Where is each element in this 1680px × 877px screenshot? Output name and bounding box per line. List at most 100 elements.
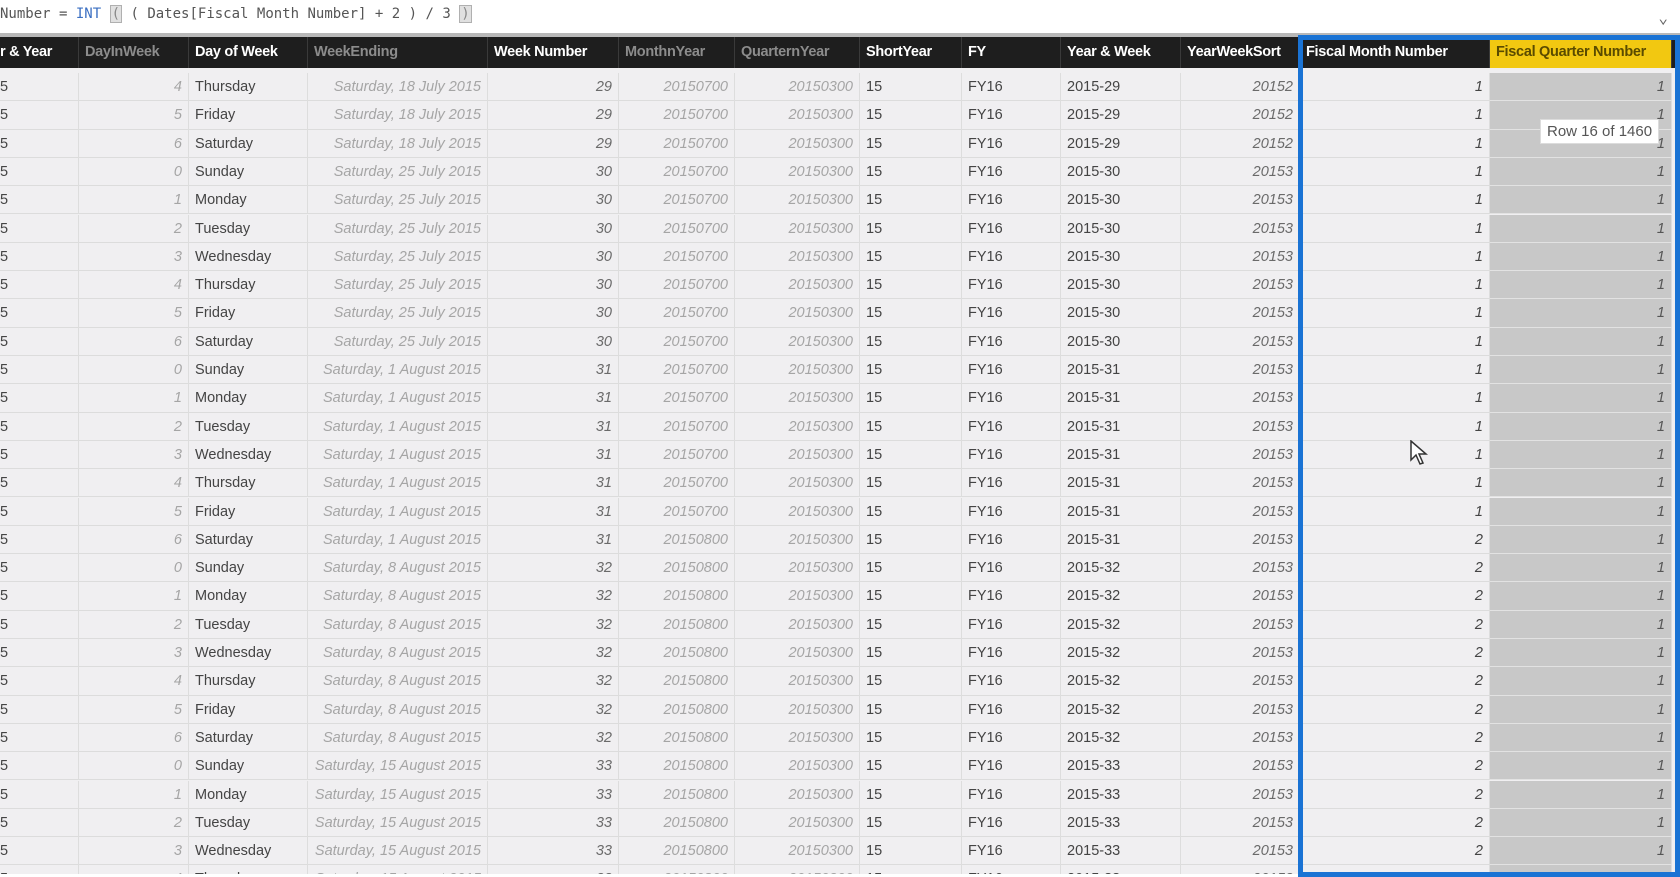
cell-r-year[interactable]: 5 <box>0 780 79 809</box>
cell-yearweeksort[interactable]: 20153 <box>1181 186 1300 215</box>
cell-year-week[interactable]: 2015-31 <box>1061 384 1181 413</box>
cell-r-year[interactable]: 5 <box>0 384 79 413</box>
cell-fiscal-quarter-number[interactable]: 1 <box>1490 808 1672 838</box>
cell-quarternyear[interactable]: 20150300 <box>735 723 860 753</box>
cell-quarternyear[interactable]: 20150300 <box>735 214 860 243</box>
cell-year-week[interactable]: 2015-32 <box>1061 554 1181 583</box>
cell-fiscal-month-number[interactable]: 2 <box>1300 865 1490 874</box>
cell-fiscal-quarter-number[interactable]: 1 <box>1490 695 1672 724</box>
cell-year-week[interactable]: 2015-31 <box>1061 356 1181 385</box>
cell-monthnyear[interactable]: 20150700 <box>619 129 735 158</box>
cell-monthnyear[interactable]: 20150800 <box>619 667 735 696</box>
cell-fiscal-quarter-number[interactable]: 1 <box>1490 299 1672 328</box>
cell-dayinweek[interactable]: 3 <box>79 639 189 668</box>
cell-monthnyear[interactable]: 20150700 <box>619 157 735 187</box>
cell-fiscal-month-number[interactable]: 2 <box>1300 780 1490 809</box>
cell-weekending[interactable]: Saturday, 1 August 2015 <box>308 525 488 555</box>
cell-r-year[interactable]: 5 <box>0 723 79 753</box>
cell-shortyear[interactable]: 15 <box>860 865 962 874</box>
cell-day-of-week[interactable]: Thursday <box>189 469 308 498</box>
column-header-dayinweek[interactable]: DayInWeek <box>79 37 189 68</box>
cell-dayinweek[interactable]: 3 <box>79 440 189 470</box>
cell-r-year[interactable]: 5 <box>0 639 79 668</box>
cell-yearweeksort[interactable]: 20153 <box>1181 695 1300 724</box>
cell-fy[interactable]: FY16 <box>962 497 1061 526</box>
cell-weekending[interactable]: Saturday, 25 July 2015 <box>308 186 488 215</box>
cell-monthnyear[interactable]: 20150800 <box>619 610 735 639</box>
cell-day-of-week[interactable]: Monday <box>189 186 308 215</box>
cell-year-week[interactable]: 2015-29 <box>1061 73 1181 102</box>
cell-fiscal-month-number[interactable]: 1 <box>1300 271 1490 300</box>
cell-day-of-week[interactable]: Sunday <box>189 356 308 385</box>
cell-fy[interactable]: FY16 <box>962 554 1061 583</box>
cell-fiscal-month-number[interactable]: 1 <box>1300 469 1490 498</box>
cell-dayinweek[interactable]: 2 <box>79 412 189 441</box>
cell-shortyear[interactable]: 15 <box>860 667 962 696</box>
cell-quarternyear[interactable]: 20150300 <box>735 129 860 158</box>
cell-quarternyear[interactable]: 20150300 <box>735 808 860 838</box>
cell-fiscal-month-number[interactable]: 1 <box>1300 214 1490 243</box>
cell-fiscal-month-number[interactable]: 2 <box>1300 723 1490 753</box>
cell-dayinweek[interactable]: 0 <box>79 157 189 187</box>
cell-week-number[interactable]: 31 <box>488 412 619 441</box>
cell-dayinweek[interactable]: 5 <box>79 695 189 724</box>
cell-r-year[interactable]: 5 <box>0 695 79 724</box>
cell-shortyear[interactable]: 15 <box>860 808 962 838</box>
cell-weekending[interactable]: Saturday, 15 August 2015 <box>308 837 488 866</box>
table-row[interactable]: 5 1 Monday Saturday, 15 August 2015 33 201508… <box>0 780 1680 809</box>
cell-weekending[interactable]: Saturday, 18 July 2015 <box>308 73 488 102</box>
cell-shortyear[interactable]: 15 <box>860 214 962 243</box>
cell-quarternyear[interactable]: 20150300 <box>735 780 860 809</box>
cell-quarternyear[interactable]: 20150300 <box>735 186 860 215</box>
cell-yearweeksort[interactable]: 20153 <box>1181 469 1300 498</box>
cell-year-week[interactable]: 2015-29 <box>1061 129 1181 158</box>
cell-quarternyear[interactable]: 20150300 <box>735 440 860 470</box>
cell-r-year[interactable]: 5 <box>0 299 79 328</box>
cell-week-number[interactable]: 32 <box>488 610 619 639</box>
cell-fy[interactable]: FY16 <box>962 752 1061 781</box>
cell-shortyear[interactable]: 15 <box>860 723 962 753</box>
cell-shortyear[interactable]: 15 <box>860 271 962 300</box>
cell-fiscal-quarter-number[interactable]: 1 <box>1490 865 1672 874</box>
cell-quarternyear[interactable]: 20150300 <box>735 101 860 130</box>
cell-fy[interactable]: FY16 <box>962 865 1061 874</box>
cell-quarternyear[interactable]: 20150300 <box>735 469 860 498</box>
column-header-day-of-week[interactable]: Day of Week <box>189 37 308 68</box>
cell-monthnyear[interactable]: 20150800 <box>619 723 735 753</box>
cell-r-year[interactable]: 5 <box>0 808 79 838</box>
cell-fiscal-month-number[interactable]: 1 <box>1300 356 1490 385</box>
cell-year-week[interactable]: 2015-33 <box>1061 752 1181 781</box>
cell-day-of-week[interactable]: Sunday <box>189 157 308 187</box>
cell-yearweeksort[interactable]: 20153 <box>1181 639 1300 668</box>
cell-r-year[interactable]: 5 <box>0 101 79 130</box>
cell-r-year[interactable]: 5 <box>0 865 79 874</box>
cell-fy[interactable]: FY16 <box>962 73 1061 102</box>
cell-fiscal-quarter-number[interactable]: 1 <box>1490 610 1672 639</box>
cell-week-number[interactable]: 30 <box>488 299 619 328</box>
cell-quarternyear[interactable]: 20150300 <box>735 299 860 328</box>
cell-day-of-week[interactable]: Wednesday <box>189 440 308 470</box>
cell-r-year[interactable]: 5 <box>0 327 79 356</box>
cell-day-of-week[interactable]: Sunday <box>189 752 308 781</box>
table-row[interactable]: 5 4 Thursday Saturday, 25 July 2015 30 201507… <box>0 271 1680 300</box>
cell-yearweeksort[interactable]: 20153 <box>1181 497 1300 526</box>
cell-yearweeksort[interactable]: 20153 <box>1181 865 1300 874</box>
cell-weekending[interactable]: Saturday, 15 August 2015 <box>308 752 488 781</box>
table-row[interactable]: 5 1 Monday Saturday, 8 August 2015 32 2015080… <box>0 582 1680 611</box>
cell-weekending[interactable]: Saturday, 8 August 2015 <box>308 554 488 583</box>
cell-quarternyear[interactable]: 20150300 <box>735 327 860 356</box>
cell-yearweeksort[interactable]: 20153 <box>1181 299 1300 328</box>
cell-r-year[interactable]: 5 <box>0 356 79 385</box>
cell-shortyear[interactable]: 15 <box>860 73 962 102</box>
cell-weekending[interactable]: Saturday, 8 August 2015 <box>308 610 488 639</box>
cell-monthnyear[interactable]: 20150800 <box>619 639 735 668</box>
cell-year-week[interactable]: 2015-31 <box>1061 525 1181 555</box>
cell-year-week[interactable]: 2015-30 <box>1061 271 1181 300</box>
cell-r-year[interactable]: 5 <box>0 610 79 639</box>
cell-week-number[interactable]: 31 <box>488 469 619 498</box>
cell-r-year[interactable]: 5 <box>0 837 79 866</box>
cell-yearweeksort[interactable]: 20152 <box>1181 73 1300 102</box>
cell-fiscal-quarter-number[interactable]: 1 <box>1490 497 1672 526</box>
table-row[interactable]: 5 0 Sunday Saturday, 25 July 2015 30 20150700… <box>0 157 1680 187</box>
cell-year-week[interactable]: 2015-33 <box>1061 780 1181 809</box>
